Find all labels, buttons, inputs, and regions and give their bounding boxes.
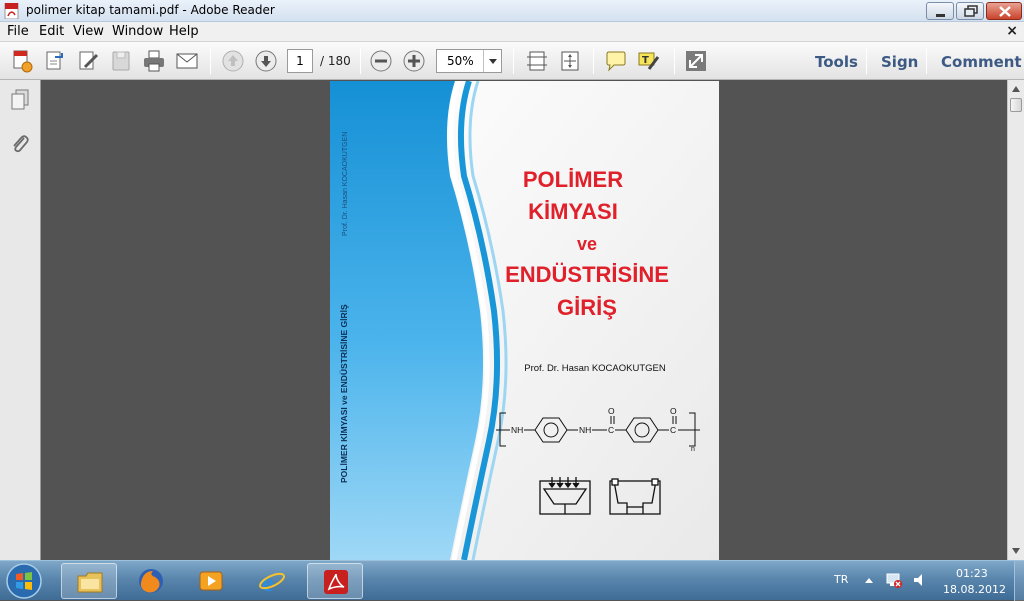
sign-link[interactable]: Sign — [881, 53, 918, 71]
toolbar-separator — [674, 48, 675, 74]
toolbar-separator — [210, 48, 211, 74]
formula-o-1: O — [608, 406, 615, 416]
folder-icon — [77, 572, 103, 593]
restore-icon — [964, 5, 978, 17]
title-bar: polimer kitap tamami.pdf - Adobe Reader — [0, 0, 1024, 22]
scroll-thumb[interactable] — [1010, 98, 1022, 112]
document-view[interactable]: Prof. Dr. Hasan KOCAOKUTGEN POLİMER KİMY… — [41, 80, 1007, 560]
taskbar-firefox[interactable] — [123, 563, 179, 599]
start-button[interactable] — [4, 562, 44, 600]
fit-width-icon[interactable] — [525, 49, 549, 73]
show-hidden-icons-icon[interactable] — [864, 575, 874, 585]
formula-nh-2: NH — [579, 425, 591, 435]
menu-help[interactable]: Help — [169, 24, 199, 39]
cover-title-line-1: POLİMER — [523, 167, 623, 192]
zoom-in-icon[interactable] — [402, 49, 426, 73]
toolbar-separator — [593, 48, 594, 74]
sticky-note-icon[interactable] — [604, 49, 628, 73]
restore-button[interactable] — [956, 2, 984, 20]
scroll-up-icon[interactable] — [1009, 82, 1023, 96]
taskbar-internet-explorer[interactable]: e — [244, 563, 300, 599]
zoom-out-icon[interactable] — [369, 49, 393, 73]
save-icon[interactable] — [109, 49, 133, 73]
menu-window[interactable]: Window — [112, 24, 163, 39]
close-window-button[interactable] — [986, 2, 1022, 20]
formula-o-2: O — [670, 406, 677, 416]
toolbar: 1 / 180 50% T Tools Sign Comment — [0, 42, 1024, 80]
media-player-icon — [199, 571, 223, 591]
minimize-button[interactable] — [926, 2, 954, 20]
vertical-scrollbar[interactable] — [1007, 80, 1024, 560]
previous-page-icon[interactable] — [221, 49, 245, 73]
volume-icon[interactable] — [911, 571, 929, 589]
fit-page-icon[interactable] — [558, 49, 582, 73]
formula-c-1: C — [608, 425, 614, 435]
menu-edit[interactable]: Edit — [39, 24, 64, 39]
open-file-icon[interactable] — [43, 49, 67, 73]
toolbar-separator — [513, 48, 514, 74]
formula-c-2: C — [670, 425, 676, 435]
menu-bar: File Edit View Window Help × — [0, 22, 1024, 42]
close-document-button[interactable]: × — [1006, 23, 1018, 39]
tools-link[interactable]: Tools — [815, 53, 858, 71]
comment-link[interactable]: Comment — [941, 53, 1022, 71]
formula-n: n — [691, 446, 695, 453]
taskbar: e TR 01:23 18.08.2012 — [0, 560, 1024, 601]
network-icon[interactable] — [885, 571, 903, 589]
book-cover: Prof. Dr. Hasan KOCAOKUTGEN POLİMER KİMY… — [330, 81, 719, 560]
close-icon — [999, 6, 1011, 17]
chevron-down-icon — [489, 59, 497, 64]
internet-explorer-icon: e — [259, 568, 285, 595]
toolbar-separator — [866, 48, 867, 74]
adobe-reader-icon — [4, 3, 19, 19]
zoom-value: 50% — [447, 54, 474, 68]
taskbar-media-player[interactable] — [183, 563, 239, 599]
toolbar-separator — [360, 48, 361, 74]
zoom-select[interactable]: 50% — [436, 49, 502, 73]
svg-text:T: T — [642, 55, 649, 66]
scroll-down-icon[interactable] — [1009, 544, 1023, 558]
page-total: / 180 — [320, 54, 351, 68]
expand-icon[interactable] — [684, 49, 708, 73]
taskbar-adobe-reader[interactable] — [307, 563, 363, 599]
spine-author: Prof. Dr. Hasan KOCAOKUTGEN — [342, 132, 349, 236]
navigation-panel — [0, 80, 41, 560]
email-icon[interactable] — [175, 49, 199, 73]
print-icon[interactable] — [142, 49, 166, 73]
page-number-input[interactable]: 1 — [287, 49, 313, 73]
pdf-page: Prof. Dr. Hasan KOCAOKUTGEN POLİMER KİMY… — [330, 81, 719, 560]
adobe-reader-icon — [324, 570, 348, 594]
cover-title-line-4: ENDÜSTRİSİNE — [505, 262, 669, 287]
clock-time[interactable]: 01:23 — [956, 567, 988, 580]
spine-title: POLİMER KİMYASI ve ENDÜSTRİSİNE GİRİŞ — [339, 304, 349, 483]
minimize-icon — [936, 14, 945, 17]
create-pdf-icon[interactable] — [10, 49, 34, 73]
cover-title-line-5: GİRİŞ — [557, 295, 617, 320]
edit-pdf-icon[interactable] — [77, 49, 101, 73]
cover-title-line-3: ve — [577, 234, 597, 254]
page-thumbnails-icon[interactable] — [8, 88, 32, 112]
firefox-icon — [139, 569, 163, 593]
menu-view[interactable]: View — [73, 24, 104, 39]
cover-title-line-2: KİMYASI — [528, 199, 618, 224]
cover-author: Prof. Dr. Hasan KOCAOKUTGEN — [524, 363, 666, 374]
formula-nh-1: NH — [511, 425, 523, 435]
clock-date[interactable]: 18.08.2012 — [943, 583, 1006, 596]
next-page-icon[interactable] — [254, 49, 278, 73]
zoom-dropdown-button[interactable] — [483, 50, 501, 72]
window-title: polimer kitap tamami.pdf - Adobe Reader — [26, 3, 275, 17]
toolbar-separator — [926, 48, 927, 74]
language-indicator[interactable]: TR — [834, 573, 848, 586]
menu-file[interactable]: File — [7, 24, 29, 39]
attachments-icon[interactable] — [8, 132, 32, 156]
show-desktop-button[interactable] — [1014, 561, 1024, 601]
highlight-text-icon[interactable]: T — [637, 49, 661, 73]
taskbar-windows-explorer[interactable] — [61, 563, 117, 599]
